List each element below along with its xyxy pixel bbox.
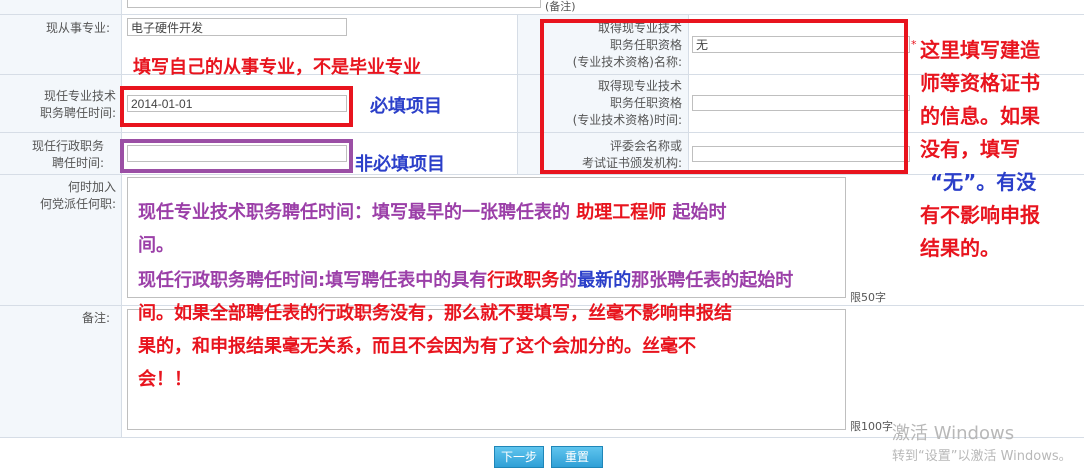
col-divider (517, 14, 518, 174)
annotation-box-prof-time (120, 86, 353, 127)
previous-field-input[interactable] (127, 0, 541, 8)
windows-activation-subtitle: 转到“设置”以激活 Windows。 (892, 449, 1072, 464)
top-note: (备注) (545, 0, 576, 13)
admin-time-label: 现任行政职务 聘任时间: (31, 139, 104, 170)
row-divider (0, 14, 1084, 15)
annotation-prof-time-note: 现任专业技术职务聘任时间：填写最早的一张聘任表的 助理工程师 起始时 间。 (138, 202, 727, 256)
annotation-admin-time-note: 现任行政职务聘任时间:填写聘任表中的具有行政职务的最新的那张聘任表的起始时 间。… (138, 270, 794, 390)
annotation-box-qualification (540, 19, 908, 174)
windows-activation-title: 激活 Windows (892, 423, 1015, 444)
col-divider (121, 0, 122, 437)
annotation-box-admin-time (120, 139, 353, 173)
annotation-major-hint: 填写自己的从事专业，不是毕业专业 (133, 57, 421, 78)
remarks-label: 备注: (81, 311, 110, 325)
party-label: 何时加入 何党派任何职: (39, 180, 116, 211)
major-label: 现从事专业: (45, 21, 110, 35)
prof-time-label: 现任专业技术 职务聘任时间: (39, 89, 116, 120)
remarks-limit: 限100字 (850, 420, 893, 433)
label-column-left (0, 0, 121, 437)
reset-button[interactable]: 重置 (551, 446, 603, 468)
annotation-qualification-hint: 这里填写建造 师等资格证书 的信息。如果 没有，填写 “无”。有没 有不影响申报… (920, 38, 1040, 260)
annotation-required: 必填项目 (370, 96, 442, 117)
required-mark: * (911, 38, 917, 51)
annotation-optional: 非必填项目 (355, 154, 445, 175)
major-input[interactable] (127, 18, 347, 36)
next-step-button[interactable]: 下一步 (494, 446, 544, 468)
